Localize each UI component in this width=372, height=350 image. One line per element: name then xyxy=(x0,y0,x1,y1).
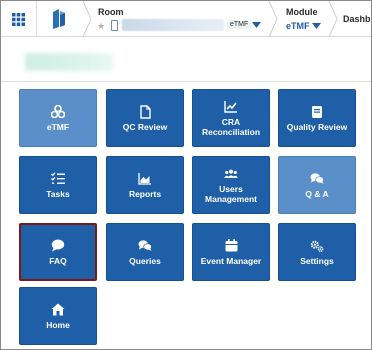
module-selector[interactable]: eTMF xyxy=(286,21,310,31)
calendar-icon xyxy=(224,239,238,253)
room-name-redacted xyxy=(122,19,224,31)
tile-faq[interactable]: FAQ xyxy=(19,223,97,281)
tile-label: eTMF xyxy=(46,121,70,132)
tile-label: FAQ xyxy=(49,255,67,266)
users-icon xyxy=(224,167,238,181)
chat-bubbles-icon xyxy=(138,239,152,253)
tile-label: Q & A xyxy=(305,188,329,199)
gears-icon xyxy=(310,239,324,253)
mobile-icon xyxy=(111,20,118,31)
area-chart-icon xyxy=(138,172,152,186)
tile-label: Tasks xyxy=(46,188,70,199)
module-label: Module xyxy=(286,7,318,17)
tile-reports[interactable]: Reports xyxy=(106,156,184,214)
tile-label: Queries xyxy=(129,255,161,266)
app-frame: Room ★ eTMF Module eTMF Dashb eTMF QC Re… xyxy=(0,0,372,350)
checklist-icon xyxy=(51,172,65,186)
tile-qc-review[interactable]: QC Review xyxy=(106,89,184,147)
top-bar: Room ★ eTMF Module eTMF Dashb xyxy=(1,1,371,37)
document-icon xyxy=(138,104,152,119)
tile-label: Users Management xyxy=(205,183,257,204)
book-icon xyxy=(310,105,324,119)
room-tag: eTMF xyxy=(227,20,252,29)
page-title-redacted xyxy=(25,53,113,71)
room-dropdown-caret-icon[interactable] xyxy=(252,22,261,28)
module-dropdown-caret-icon[interactable] xyxy=(312,23,321,29)
grid-icon xyxy=(12,12,25,26)
tile-label: QC Review xyxy=(122,121,168,132)
tile-tasks[interactable]: Tasks xyxy=(19,156,97,214)
tile-settings[interactable]: Settings xyxy=(278,223,356,281)
tile-users-management[interactable]: Users Management xyxy=(192,156,270,214)
tile-label: Event Manager xyxy=(200,255,262,266)
header-divider xyxy=(1,81,371,82)
breadcrumb-separator xyxy=(268,1,278,37)
app-grid-button[interactable] xyxy=(1,1,37,37)
home-icon xyxy=(51,303,65,317)
tile-q-and-a[interactable]: Q & A xyxy=(278,156,356,214)
star-icon[interactable]: ★ xyxy=(97,21,105,32)
tile-quality-review[interactable]: Quality Review xyxy=(278,89,356,147)
breadcrumb-separator xyxy=(328,1,338,37)
speech-bubble-icon xyxy=(51,239,65,253)
tile-event-manager[interactable]: Event Manager xyxy=(192,223,270,281)
line-chart-icon xyxy=(224,100,238,114)
room-label: Room xyxy=(98,7,124,17)
tile-label: Quality Review xyxy=(286,121,348,132)
breadcrumb-separator xyxy=(82,1,92,37)
tile-label: Reports xyxy=(128,188,162,199)
tile-queries[interactable]: Queries xyxy=(106,223,184,281)
logo-icon xyxy=(53,9,65,29)
app-logo[interactable] xyxy=(41,5,77,33)
tile-home[interactable]: Home xyxy=(19,287,97,345)
dashboard-breadcrumb[interactable]: Dashb xyxy=(343,14,371,24)
tile-cra-reconciliation[interactable]: CRA Reconciliation xyxy=(192,89,270,147)
cubes-icon xyxy=(51,105,65,119)
tile-label: Home xyxy=(46,319,70,330)
tile-etmf[interactable]: eTMF xyxy=(19,89,97,147)
chat-bubbles-icon xyxy=(310,172,324,186)
tile-label: Settings xyxy=(300,255,334,266)
tile-label: CRA Reconciliation xyxy=(201,116,261,137)
